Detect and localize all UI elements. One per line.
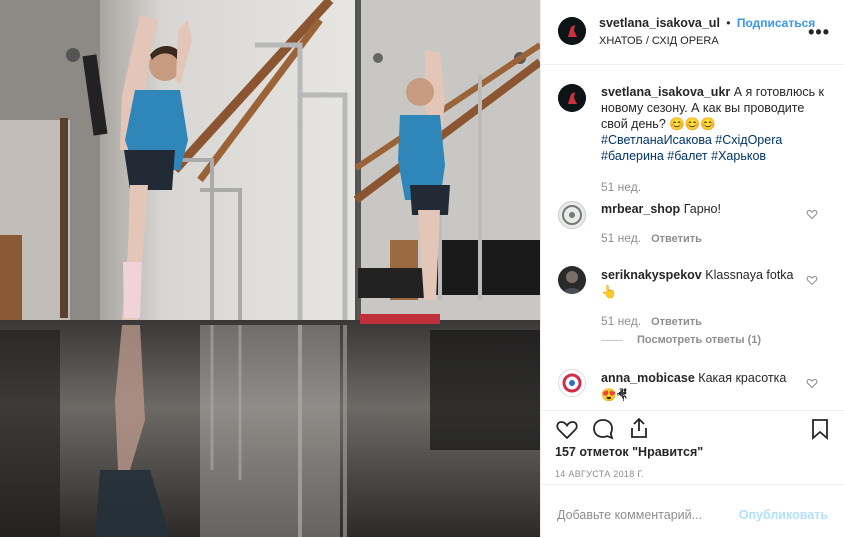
- comment-time[interactable]: 51 нед.: [601, 314, 641, 328]
- follow-button[interactable]: Подписаться: [737, 16, 815, 30]
- reply-button[interactable]: Ответить: [651, 316, 702, 328]
- post-date[interactable]: 14 АВГУСТА 2018 Г.: [555, 469, 644, 479]
- bookmark-icon[interactable]: [809, 417, 831, 441]
- comment-like-heart-icon[interactable]: [806, 377, 818, 389]
- caption-time[interactable]: 51 нед.: [601, 180, 641, 194]
- hashtag[interactable]: #СветланаИсакова: [601, 133, 712, 147]
- comment-username[interactable]: seriknakyspekov: [601, 268, 702, 282]
- comment: seriknakyspekov Klassnaya fotka 👆: [601, 267, 801, 301]
- post-header: svetlana_isakova_ul • Подписаться ХНАТОБ…: [541, 0, 844, 65]
- ballet-photo-image: [0, 0, 540, 537]
- avatar-person-icon: [563, 271, 581, 294]
- caption: svetlana_isakova_ukr А я готовлюсь к нов…: [601, 84, 831, 164]
- avatar-logo-icon: [562, 373, 582, 393]
- author-avatar[interactable]: [558, 17, 586, 45]
- more-options-icon[interactable]: •••: [808, 22, 830, 43]
- header-title-row: svetlana_isakova_ul • Подписаться: [599, 16, 815, 30]
- avatar-dancer-icon: [558, 17, 586, 45]
- comment-like-heart-icon[interactable]: [806, 274, 818, 286]
- comment-meta: 51 нед. Ответить: [601, 231, 702, 245]
- header-separator: •: [726, 16, 731, 30]
- comment: mrbear_shop Гарно!: [601, 201, 801, 218]
- comment-avatar[interactable]: [558, 369, 586, 397]
- view-replies-button[interactable]: Посмотреть ответы (1): [637, 334, 761, 346]
- comment-time[interactable]: 51 нед.: [601, 231, 641, 245]
- hashtag[interactable]: #балет: [667, 149, 707, 163]
- comment-meta: 51 нед. Ответить: [601, 314, 702, 328]
- comment-input[interactable]: Добавьте комментарий...: [557, 508, 702, 522]
- post-sidebar: svetlana_isakova_ul • Подписаться ХНАТОБ…: [540, 0, 844, 537]
- hashtag[interactable]: #СхідOpera: [715, 133, 782, 147]
- avatar-dancer-icon: [558, 84, 586, 112]
- add-comment-bar: Добавьте комментарий... Опубликовать: [541, 484, 844, 538]
- post-photo[interactable]: [0, 0, 540, 537]
- author-username[interactable]: svetlana_isakova_ul: [599, 16, 720, 30]
- comment-username[interactable]: anna_mobicase: [601, 371, 695, 385]
- heart-icon[interactable]: [555, 417, 579, 441]
- comment-text: Гарно!: [683, 202, 721, 216]
- hashtag[interactable]: #Харьков: [711, 149, 766, 163]
- publish-button[interactable]: Опубликовать: [739, 508, 828, 522]
- caption-avatar[interactable]: [558, 84, 586, 112]
- reply-button[interactable]: Ответить: [651, 233, 702, 245]
- comment: anna_mobicase Какая красотка 😍🤻: [601, 370, 801, 404]
- post-location[interactable]: ХНАТОБ / СХІД OPERA: [599, 35, 719, 47]
- comment-like-heart-icon[interactable]: [806, 208, 818, 220]
- replies-divider: [601, 340, 623, 341]
- comment-username[interactable]: mrbear_shop: [601, 202, 680, 216]
- comment-icon[interactable]: [591, 417, 615, 441]
- caption-username[interactable]: svetlana_isakova_ukr: [601, 85, 730, 99]
- instagram-post: svetlana_isakova_ul • Подписаться ХНАТОБ…: [0, 0, 844, 537]
- avatar-clock-icon: [562, 205, 582, 225]
- share-icon[interactable]: [627, 416, 651, 440]
- comment-avatar[interactable]: [558, 201, 586, 229]
- comment-avatar[interactable]: [558, 266, 586, 294]
- hashtag[interactable]: #балерина: [601, 149, 664, 163]
- likes-count[interactable]: 157 отметок "Нравится": [555, 445, 703, 459]
